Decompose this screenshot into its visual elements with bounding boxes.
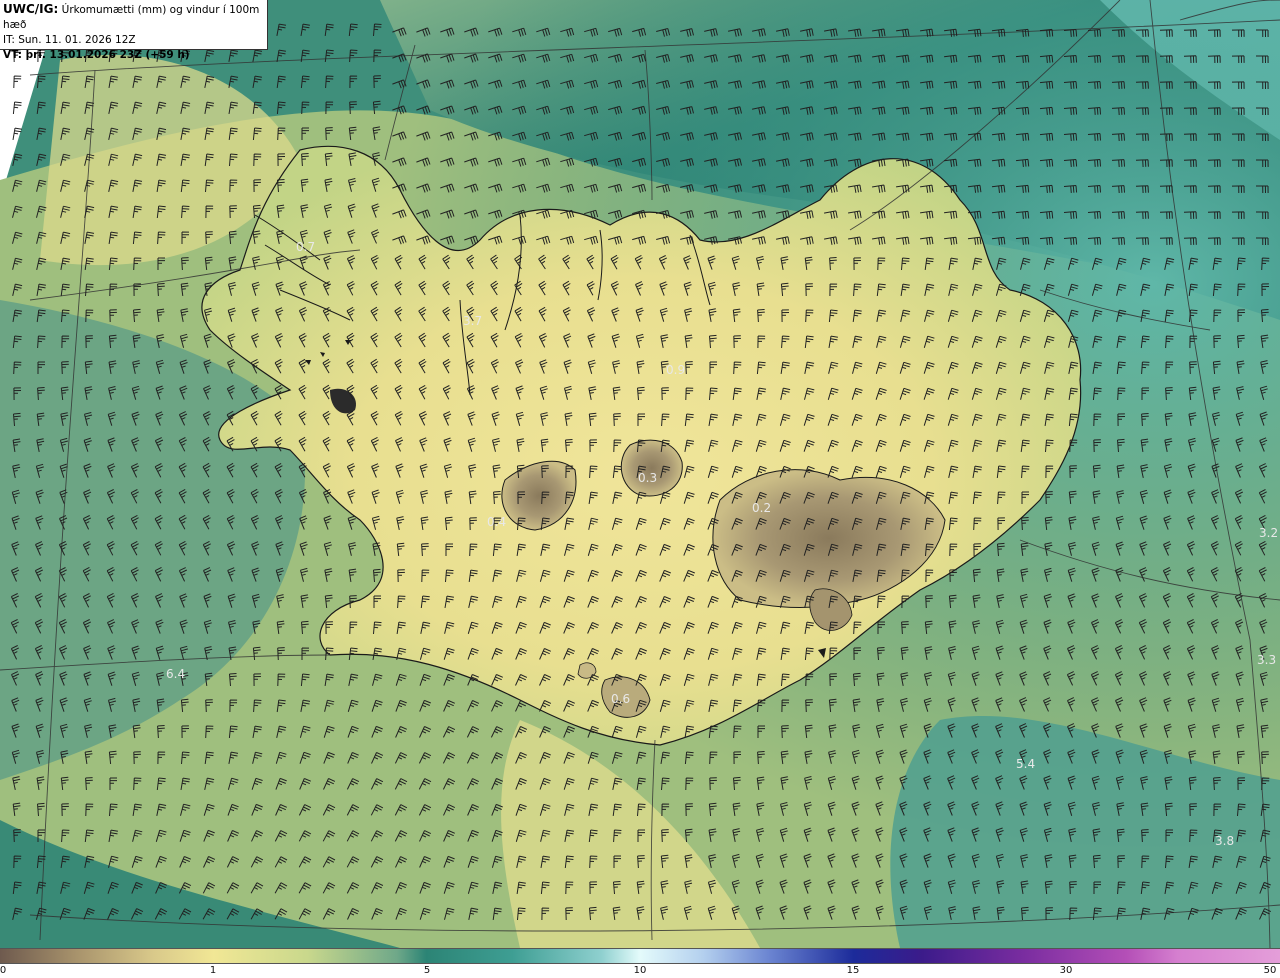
point-value-southeast: 3.8 <box>1215 834 1234 848</box>
point-value-east-2: 3.3 <box>1257 653 1276 667</box>
model-code: UWC/IG: <box>3 2 59 16</box>
colorbar-tick-1: 1 <box>209 965 217 976</box>
colorbar-tick-30: 30 <box>1059 965 1073 976</box>
point-value-langjokull: 0.4 <box>487 515 506 529</box>
point-value-west-sea: 6.4 <box>166 667 185 681</box>
initial-time: IT: Sun. 11. 01. 2026 12Z <box>3 34 136 46</box>
colorbar-gradient <box>0 948 1280 964</box>
valid-time: VT: þri. 13.01.2026 23Z (+59 h) <box>3 49 190 61</box>
colorbar-tick-50: 50 <box>1263 965 1277 976</box>
colorbar-tick-15: 15 <box>846 965 860 976</box>
header-title: UWC/IG: Úrkomumætti (mm) og vindur í 100… <box>3 2 264 33</box>
point-value-vatnajokull: 0.2 <box>752 501 771 515</box>
colorbar-tick-5: 5 <box>423 965 431 976</box>
point-value-east-1: 3.2 <box>1259 526 1278 540</box>
colorbar-tick-10: 10 <box>633 965 647 976</box>
point-value-myrdalsjokull: 0.6 <box>611 692 630 706</box>
point-value-westfjords: 0.7 <box>296 240 315 254</box>
colorbar-tick-0: 0 <box>0 965 7 976</box>
colorbar-legend: 0 1 5 10 15 30 50 <box>0 948 1280 978</box>
point-value-north-central: 0.9 <box>666 363 685 377</box>
point-value-northwest: 3.7 <box>463 314 482 328</box>
forecast-map: 0.7 3.7 0.9 0.3 0.2 0.4 0.6 6.4 5.4 3.2 … <box>0 0 1280 948</box>
forecast-header: UWC/IG: Úrkomumætti (mm) og vindur í 100… <box>0 0 268 61</box>
point-value-south-sea: 5.4 <box>1016 757 1035 771</box>
point-value-hofsjokull: 0.3 <box>638 471 657 485</box>
